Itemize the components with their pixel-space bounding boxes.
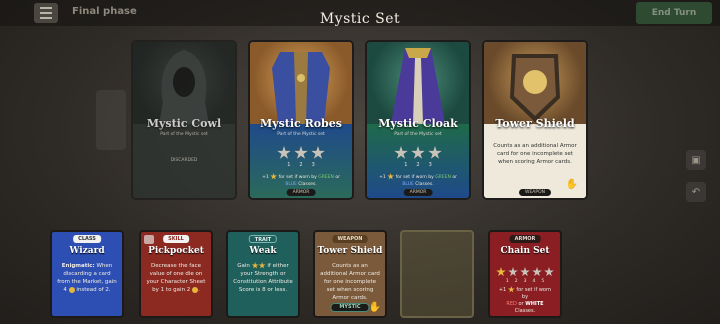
card-type-pill: ARMOR (509, 235, 541, 243)
robes-art (250, 42, 352, 124)
card-text: Counts as an additional Armor card for o… (493, 143, 577, 165)
star-icon (277, 146, 291, 159)
star-icon (411, 146, 425, 159)
star-track (250, 146, 352, 160)
star-icon (394, 146, 408, 159)
hand-card-chain-set[interactable]: ARMOR Chain Set 1 2 3 4 5 +1 for set if … (488, 230, 562, 318)
card-mystic-robes[interactable]: Mystic Robes Part of the Mystic set 1 2 … (248, 40, 354, 200)
card-subtitle: Part of the Mystic set (394, 132, 442, 137)
card-title: Pickpocket (148, 246, 204, 256)
coin-icon (68, 286, 75, 293)
hand-card-pickpocket[interactable]: SKILL Pickpocket Decrease the face value… (139, 230, 213, 318)
dim-player-panel (96, 90, 126, 150)
star-icon (294, 146, 308, 159)
card-name: Mystic Robes (260, 117, 342, 130)
card-type-pill: SKILL (163, 235, 189, 243)
card-type-pill: TRAIT (248, 235, 278, 243)
set-bonus-text: +1 for set if worn by GREEN or BLUE Class… (379, 173, 457, 187)
cloak-art (367, 42, 469, 124)
menu-icon (40, 7, 52, 9)
hand-icon: ✋ (565, 179, 578, 190)
card-title: Tower Shield (317, 246, 383, 256)
card-text: Counts as an additional Armor card for o… (320, 263, 380, 301)
card-mystic-cowl[interactable]: Mystic Cowl Part of the Mystic set DISCA… (131, 40, 237, 200)
collapse-toggle[interactable] (144, 235, 154, 244)
card-type-tag: ARMOR (403, 189, 433, 196)
star-track (490, 267, 560, 277)
discarded-label: DISCARDED (170, 158, 198, 163)
star-icon (270, 173, 278, 180)
star-icon (507, 286, 515, 293)
chest-icon: ▣ (691, 154, 701, 166)
card-title: Chain Set (500, 246, 550, 256)
star-track (367, 146, 469, 160)
card-name: Tower Shield (495, 117, 575, 130)
hood-icon (159, 50, 209, 124)
card-text: Decrease the face value of one die on yo… (146, 263, 206, 293)
cowl-art (133, 42, 235, 124)
shield-icon (510, 54, 560, 122)
star-icon (496, 267, 506, 277)
cloak-icon (391, 48, 445, 124)
card-title: Wizard (69, 246, 105, 256)
hand-card-weak[interactable]: TRAIT Weak Gain if either your Strength … (226, 230, 300, 318)
star-icon (532, 267, 542, 277)
star-levels: 1 2 3 (287, 162, 315, 168)
star-levels: 1 2 3 4 5 (505, 279, 545, 284)
overlay-title: Mystic Set (319, 11, 401, 27)
star-icon (428, 146, 442, 159)
star-icon (258, 262, 266, 269)
card-name: Mystic Cloak (378, 117, 458, 130)
card-type-tag: WEAPON (519, 189, 551, 196)
card-name: Mystic Cowl (146, 117, 222, 130)
hand-card-wizard[interactable]: CLASS Wizard Enigmatic: When discarding … (50, 230, 124, 318)
card-tower-shield[interactable]: Tower Shield Counts as an additional Arm… (482, 40, 588, 200)
card-subtitle: Part of the Mystic set (277, 132, 325, 137)
mystic-tag: MYSTIC (330, 303, 370, 312)
set-bonus-text: +1 for set if worn by GREEN or BLUE Class… (262, 173, 340, 187)
card-subtitle: Part of the Mystic set (160, 132, 208, 137)
star-icon (387, 173, 395, 180)
card-mystic-cloak[interactable]: Mystic Cloak Part of the Mystic set 1 2 … (365, 40, 471, 200)
hand-empty-slot[interactable] (400, 230, 474, 318)
card-type-pill: WEAPON (332, 235, 368, 243)
hand-icon: ✋ (368, 302, 381, 313)
card-type-pill: CLASS (73, 235, 101, 243)
chest-button[interactable]: ▣ (686, 150, 706, 170)
robe-icon (272, 52, 330, 124)
card-title: Weak (249, 246, 277, 256)
star-icon (311, 146, 325, 159)
undo-button[interactable]: ↶ (686, 182, 706, 202)
hand-card-tower-shield[interactable]: WEAPON Tower Shield Counts as an additio… (313, 230, 387, 318)
star-icon (520, 267, 530, 277)
star-icon (544, 267, 554, 277)
card-text: Enigmatic: When discarding a card from t… (57, 263, 117, 293)
shield-art (484, 42, 586, 124)
set-bonus-text: +1 for set if worn by RED or WHITE Classes… (498, 286, 552, 314)
card-text: Gain if either your Strength or Constitu… (233, 262, 293, 293)
star-icon (508, 267, 518, 277)
card-type-tag: ARMOR (286, 189, 316, 196)
star-levels: 1 2 3 (404, 162, 432, 168)
undo-icon: ↶ (691, 186, 701, 198)
star-icon (251, 262, 259, 269)
